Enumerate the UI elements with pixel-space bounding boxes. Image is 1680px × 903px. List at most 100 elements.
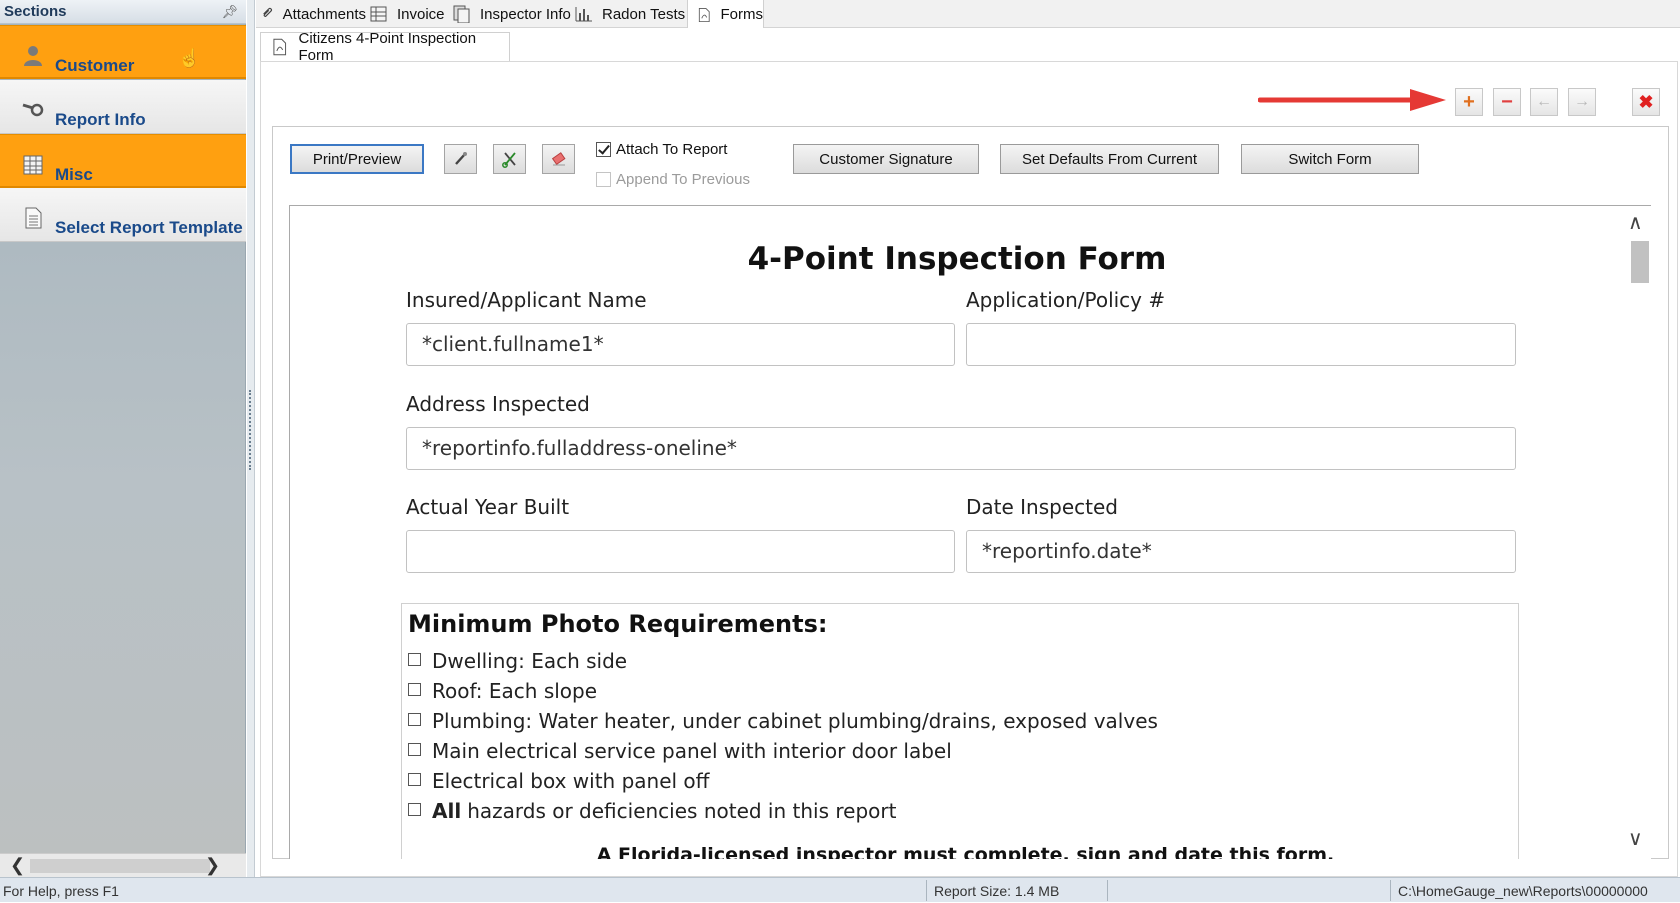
requirement-checkbox[interactable] — [408, 682, 421, 696]
tab-inspector-info[interactable]: Inspector Info — [452, 0, 574, 28]
checkbox-label: Attach To Report — [616, 141, 728, 158]
arrow-right-icon: → — [1574, 93, 1590, 110]
minus-icon: − — [1501, 90, 1513, 113]
plus-icon: + — [1463, 90, 1475, 113]
pdf-file-icon — [273, 38, 287, 56]
status-path: C:\HomeGauge_new\Reports\00000000 — [1398, 882, 1648, 899]
tab-attachments[interactable]: Attachments — [256, 0, 366, 28]
requirement-checkbox[interactable] — [408, 772, 421, 786]
arrow-left-icon: ← — [1536, 93, 1552, 110]
section-misc[interactable]: Misc — [0, 134, 246, 188]
pencil-tool-button[interactable] — [444, 144, 477, 174]
scroll-thumb[interactable] — [1631, 241, 1649, 283]
inspector-notice: A Florida-licensed inspector must comple… — [596, 844, 1335, 859]
status-report-size: Report Size: 1.4 MB — [934, 882, 1060, 899]
sections-panel: Sections 📌︎ Customer ☝ Report Info Misc … — [0, 0, 246, 877]
next-form-button[interactable]: → — [1568, 88, 1596, 116]
photo-requirements-section: Minimum Photo Requirements: Dwelling: Ea… — [401, 603, 1519, 859]
pdf-file-icon — [698, 7, 710, 22]
switch-form-button[interactable]: Switch Form — [1241, 144, 1419, 174]
date-inspected-field[interactable]: *reportinfo.date* — [966, 530, 1516, 573]
requirement-text: Roof: Each slope — [432, 679, 598, 703]
remove-form-button[interactable]: − — [1493, 88, 1521, 116]
document-vscrollbar[interactable]: ∧ ∨ — [1623, 206, 1651, 859]
tab-citizens-form[interactable]: Citizens 4-Point Inspection Form — [260, 30, 510, 64]
close-icon: ✖ — [1638, 91, 1654, 112]
scroll-right-icon[interactable]: ❯ — [205, 855, 220, 876]
invoice-grid-icon — [370, 6, 387, 22]
requirement-checkbox[interactable] — [408, 742, 421, 756]
requirement-text: Plumbing: Water heater, under cabinet pl… — [432, 709, 1158, 733]
status-divider — [1107, 880, 1108, 901]
date-inspected-label: Date Inspected — [966, 495, 1118, 519]
scroll-up-icon[interactable]: ∧ — [1628, 210, 1643, 235]
status-divider — [926, 880, 927, 901]
attach-to-report-checkbox[interactable]: Attach To Report — [596, 141, 727, 158]
close-form-button[interactable]: ✖ — [1632, 88, 1660, 116]
person-icon — [24, 46, 42, 66]
scroll-thumb[interactable] — [30, 859, 210, 873]
sections-header: Sections 📌︎ — [0, 0, 246, 24]
pencil-tool-icon — [454, 152, 467, 165]
requirement-text: Main electrical service panel with inter… — [432, 739, 952, 763]
address-field[interactable]: *reportinfo.fulladdress-oneline* — [406, 427, 1516, 470]
pin-icon[interactable]: 📌︎ — [221, 4, 238, 20]
address-label: Address Inspected — [406, 392, 590, 416]
key-icon — [22, 103, 44, 117]
scroll-left-icon[interactable]: ❮ — [10, 855, 25, 876]
photo-requirement-item[interactable]: All hazards or deficiencies noted in this… — [408, 799, 896, 823]
customer-signature-button[interactable]: Customer Signature — [793, 144, 979, 174]
main-tabbar: Attachments Invoice Inspector Info Radon… — [256, 0, 1680, 29]
photo-requirement-item[interactable]: Plumbing: Water heater, under cabinet pl… — [408, 709, 1158, 733]
checkbox-label: Append To Previous — [616, 171, 750, 188]
annotation-arrow — [1258, 89, 1446, 111]
requirement-checkbox[interactable] — [408, 652, 421, 666]
photo-requirement-item[interactable]: Electrical box with panel off — [408, 769, 709, 793]
tab-invoice[interactable]: Invoice — [369, 0, 453, 28]
policy-number-field[interactable] — [966, 323, 1516, 366]
requirement-emphasis: All — [432, 799, 462, 823]
id-card-icon — [453, 5, 470, 23]
append-to-previous-checkbox[interactable]: Append To Previous — [596, 171, 750, 188]
requirement-checkbox[interactable] — [408, 712, 421, 726]
checkbox-box[interactable] — [596, 142, 611, 157]
year-built-field[interactable] — [406, 530, 955, 573]
section-report-info[interactable]: Report Info — [0, 80, 246, 134]
tab-forms[interactable]: Forms — [687, 0, 764, 29]
status-divider — [1390, 880, 1391, 901]
print-preview-button[interactable]: Print/Preview — [290, 144, 424, 174]
insured-name-field[interactable]: *client.fullname1* — [406, 323, 955, 366]
requirement-checkbox[interactable] — [408, 802, 421, 816]
photo-requirement-item[interactable]: Roof: Each slope — [408, 679, 597, 703]
status-bar: For Help, press F1 Report Size: 1.4 MB C… — [0, 877, 1680, 902]
form-document-viewer: 4-Point Inspection Form Insured/Applican… — [289, 205, 1651, 859]
scissors-tool-button[interactable] — [493, 144, 526, 174]
photo-requirements-heading: Minimum Photo Requirements: — [408, 610, 828, 638]
photo-requirement-item[interactable]: Main electrical service panel with inter… — [408, 739, 952, 763]
section-select-report-template[interactable]: Select Report Template — [0, 188, 246, 242]
panel-splitter[interactable] — [247, 0, 255, 877]
checkbox-box[interactable] — [596, 172, 611, 187]
eraser-button[interactable] — [542, 144, 575, 174]
previous-form-button[interactable]: ← — [1530, 88, 1558, 116]
section-customer[interactable]: Customer — [0, 25, 246, 79]
requirement-text: hazards or deficiencies noted in this re… — [467, 799, 897, 823]
tab-label: Radon Tests — [602, 5, 686, 23]
scroll-down-icon[interactable]: ∨ — [1628, 826, 1643, 851]
tab-label: Attachments — [282, 5, 366, 23]
section-label: Misc — [55, 165, 93, 184]
photo-requirement-item[interactable]: Dwelling: Each side — [408, 649, 627, 673]
form-title: 4-Point Inspection Form — [747, 241, 1167, 277]
splitter-grip[interactable] — [249, 390, 252, 470]
requirement-text: Electrical box with panel off — [432, 769, 710, 793]
sections-hscrollbar[interactable]: ❮ ❯ — [0, 853, 246, 877]
set-defaults-button[interactable]: Set Defaults From Current — [1000, 144, 1219, 174]
section-label: Report Info — [55, 110, 146, 129]
section-label: Customer — [55, 56, 135, 75]
tab-radon-tests[interactable]: Radon Tests — [574, 0, 686, 28]
add-form-button[interactable]: + — [1455, 88, 1483, 116]
hand-cursor-icon: ☝ — [178, 48, 201, 68]
sections-title: Sections — [4, 3, 67, 20]
tab-label: Inspector Info — [480, 5, 571, 23]
insured-name-label: Insured/Applicant Name — [406, 288, 647, 312]
